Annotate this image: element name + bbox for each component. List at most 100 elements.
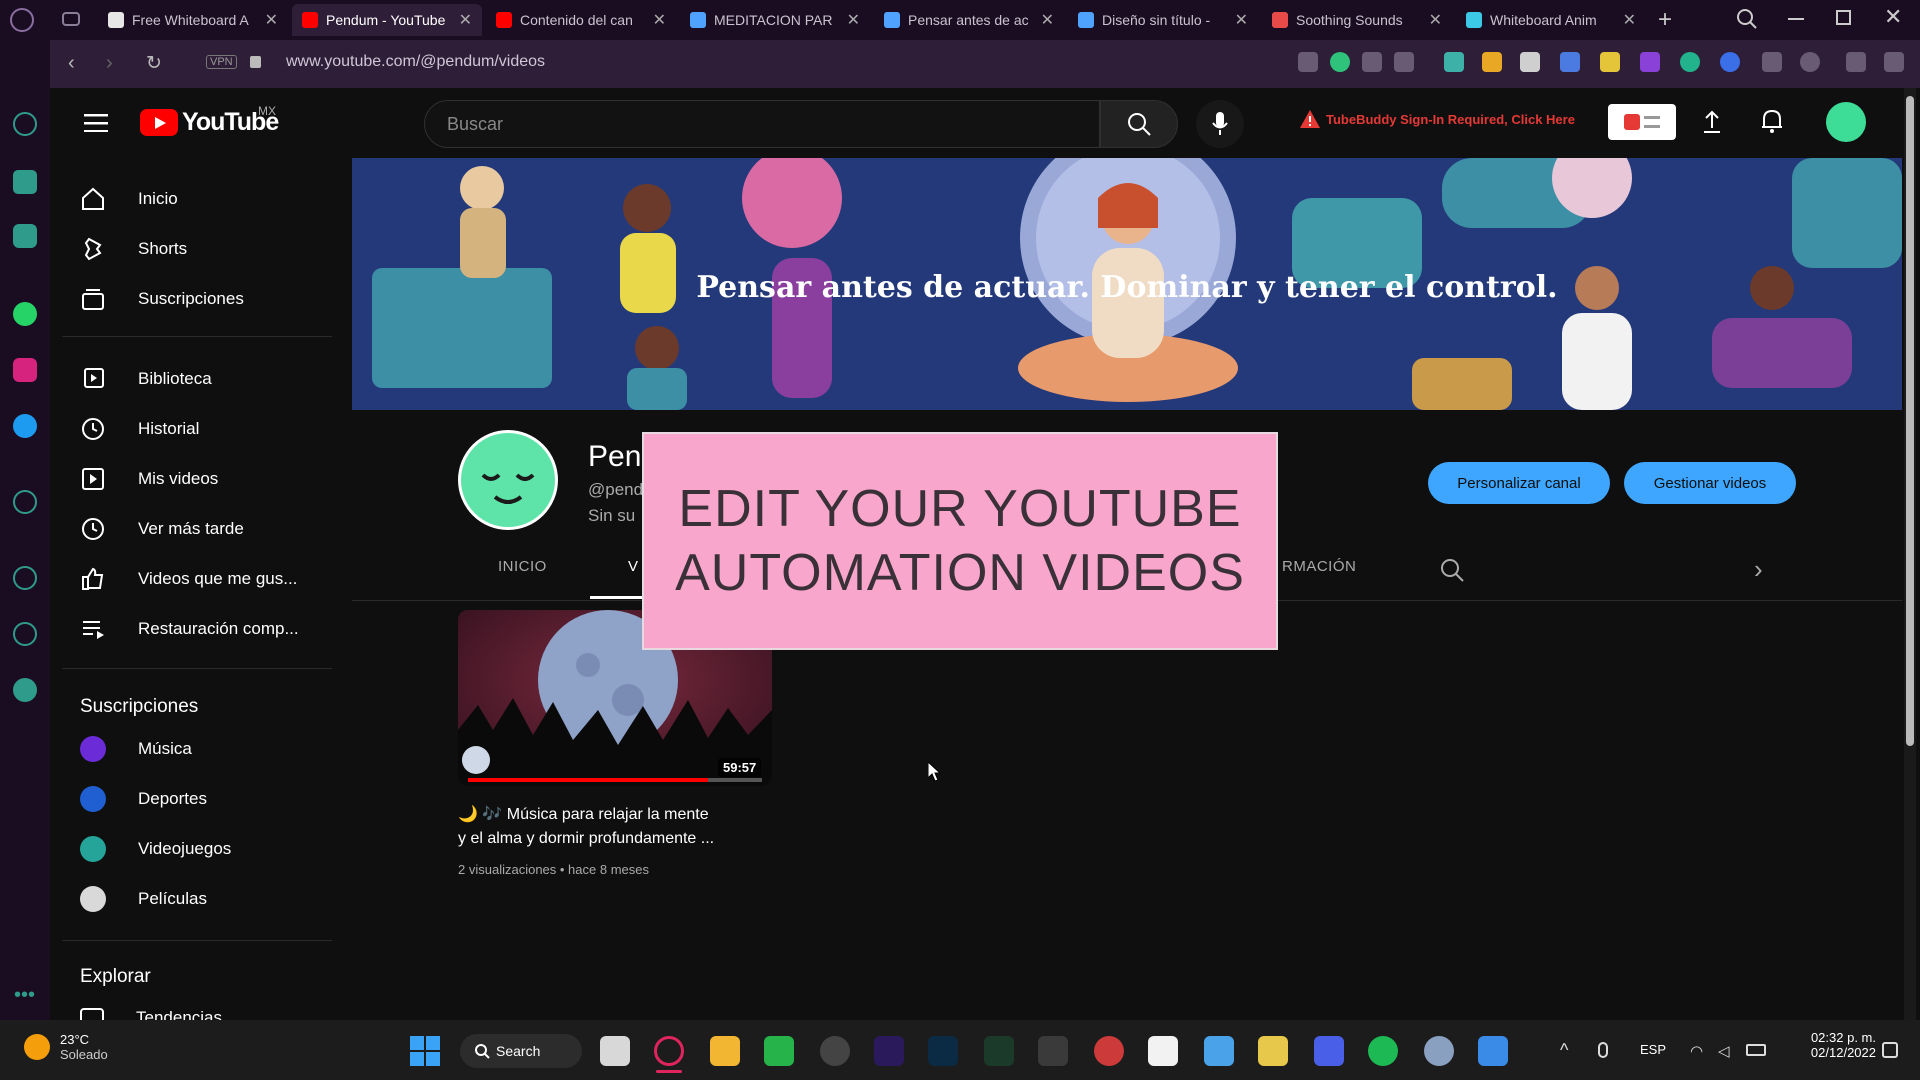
heart-extension-icon[interactable]	[1394, 52, 1414, 72]
tab-close-icon[interactable]: ✕	[1235, 10, 1248, 30]
browser-tab[interactable]: Pensar antes de ac ✕	[874, 4, 1064, 36]
tab-close-icon[interactable]: ✕	[1623, 10, 1636, 30]
tab-close-icon[interactable]: ✕	[847, 10, 860, 30]
video-title-line2[interactable]: y el alma y dormir profundamente ...	[458, 830, 714, 848]
photoshop-icon[interactable]	[928, 1036, 958, 1066]
sidebar-item[interactable]: Shorts	[80, 236, 330, 262]
browser-tab[interactable]: Contenido del can ✕	[486, 4, 676, 36]
workspaces-icon[interactable]	[62, 12, 80, 26]
subscription-item[interactable]: Deportes	[80, 786, 330, 812]
messenger-icon[interactable]	[13, 224, 37, 248]
whatsapp-icon[interactable]	[13, 302, 37, 326]
channel-search-icon[interactable]	[1440, 558, 1464, 582]
tab-search-icon[interactable]	[1736, 8, 1758, 30]
manage-videos-button[interactable]: Gestionar videos	[1624, 462, 1796, 504]
tab-inicio[interactable]: INICIO	[498, 558, 547, 575]
star-extension-icon[interactable]	[1560, 52, 1580, 72]
reload-icon[interactable]: ↻	[146, 52, 162, 75]
start-button[interactable]	[410, 1036, 440, 1066]
tab-close-icon[interactable]: ✕	[265, 10, 278, 30]
forward-icon[interactable]: ›	[106, 52, 113, 75]
tab-videos[interactable]: V	[628, 558, 639, 575]
puzzle-purple-extension-icon[interactable]	[1640, 52, 1660, 72]
sidebar-item[interactable]: Ver más tarde	[80, 516, 330, 542]
tab-close-icon[interactable]: ✕	[459, 10, 472, 30]
close-window-button[interactable]: ✕	[1884, 4, 1902, 30]
sidebar-item[interactable]: Inicio	[80, 186, 330, 212]
volume-icon[interactable]: ◁	[1718, 1042, 1730, 1060]
davinci-icon[interactable]	[1038, 1036, 1068, 1066]
maximize-button[interactable]	[1836, 10, 1851, 25]
search-button[interactable]	[1100, 100, 1178, 148]
tab-close-icon[interactable]: ✕	[653, 10, 666, 30]
send-extension-icon[interactable]	[1362, 52, 1382, 72]
heart-color-extension-icon[interactable]	[1600, 52, 1620, 72]
blue-extension-icon[interactable]	[1720, 52, 1740, 72]
wifi-icon[interactable]: ◠	[1690, 1042, 1703, 1060]
back-icon[interactable]: ‹	[68, 52, 75, 75]
search-input[interactable]: Buscar	[424, 100, 1100, 148]
tabs-next-chevron-icon[interactable]: ›	[1754, 554, 1763, 585]
shopping-icon[interactable]	[13, 170, 37, 194]
language-indicator[interactable]: ESP	[1640, 1042, 1666, 1057]
sidebar-item[interactable]: Historial	[80, 416, 330, 442]
chat-extension-icon[interactable]	[1680, 52, 1700, 72]
url-field[interactable]: www.youtube.com/@pendum/videos	[286, 53, 545, 71]
account-avatar[interactable]	[1826, 102, 1866, 142]
sidebar-item[interactable]: Mis videos	[80, 466, 330, 492]
green-app-icon[interactable]	[764, 1036, 794, 1066]
browser-tab[interactable]: Free Whiteboard A ✕	[98, 4, 288, 36]
video-title-line1[interactable]: 🌙 🎶 Música para relajar la mente	[458, 804, 709, 824]
scrollbar-thumb[interactable]	[1906, 96, 1914, 746]
taskbar-search[interactable]: Search	[460, 1034, 582, 1068]
premiere-icon[interactable]	[874, 1036, 904, 1066]
store-icon[interactable]	[1258, 1036, 1288, 1066]
speed-dial-icon[interactable]	[13, 112, 37, 136]
photos-icon[interactable]	[1478, 1036, 1508, 1066]
tab-close-icon[interactable]: ✕	[1429, 10, 1442, 30]
instagram-icon[interactable]	[13, 358, 37, 382]
customize-channel-button[interactable]: Personalizar canal	[1428, 462, 1610, 504]
browser-tab[interactable]: Pendum - YouTube ✕	[292, 4, 482, 36]
sidebar-item[interactable]: Suscripciones	[80, 286, 330, 312]
extensions-sidebar-icon[interactable]	[13, 622, 37, 646]
puzzle-extension-icon[interactable]	[1444, 52, 1464, 72]
obs-icon[interactable]	[820, 1036, 850, 1066]
browser-tab[interactable]: MEDITACION PAR ✕	[680, 4, 870, 36]
chrome-icon[interactable]	[1094, 1036, 1124, 1066]
notifications-bell-icon[interactable]	[1760, 108, 1784, 134]
shield-extension-icon[interactable]	[1330, 52, 1350, 72]
tubebuddy-button[interactable]	[1608, 104, 1676, 140]
tab-informacion[interactable]: RMACIÓN	[1282, 558, 1356, 575]
page-scrollbar[interactable]	[1904, 88, 1916, 1020]
hamburger-menu-icon[interactable]	[84, 114, 108, 132]
player-icon[interactable]	[13, 490, 37, 514]
history-sidebar-icon[interactable]	[13, 566, 37, 590]
sidebar-item[interactable]: Restauración comp...	[80, 616, 330, 642]
file-explorer-icon[interactable]	[710, 1036, 740, 1066]
monitor-app-icon[interactable]	[1204, 1036, 1234, 1066]
media-app-icon[interactable]	[984, 1036, 1014, 1066]
blue-app-icon[interactable]	[1314, 1036, 1344, 1066]
tab-close-icon[interactable]: ✕	[1041, 10, 1054, 30]
browser-tab[interactable]: Soothing Sounds ✕	[1262, 4, 1452, 36]
new-tab-button[interactable]: +	[1658, 6, 1672, 34]
weather-widget[interactable]: 23°C Soleado	[24, 1032, 108, 1062]
microphone-tray-icon[interactable]	[1598, 1042, 1608, 1058]
sidebar-item[interactable]: Videos que me gus...	[80, 566, 330, 592]
menu-extension-icon[interactable]	[1884, 52, 1904, 72]
settings-sidebar-icon[interactable]	[13, 678, 37, 702]
tubebuddy-warning[interactable]: TubeBuddy Sign-In Required, Click Here	[1300, 110, 1575, 128]
upload-icon[interactable]	[1700, 110, 1724, 134]
medal-extension-icon[interactable]	[1482, 52, 1502, 72]
browser-tab[interactable]: Whiteboard Anim ✕	[1456, 4, 1646, 36]
opera-taskbar-icon[interactable]	[654, 1036, 684, 1066]
subscription-item[interactable]: Música	[80, 736, 330, 762]
minimize-button[interactable]	[1788, 18, 1804, 20]
channel-avatar[interactable]	[458, 430, 558, 530]
sidebar-more-icon[interactable]: •••	[14, 984, 35, 1007]
opera-menu-icon[interactable]	[10, 8, 34, 32]
browser-tab[interactable]: Diseño sin título - ✕	[1068, 4, 1258, 36]
task-view-icon[interactable]	[600, 1036, 630, 1066]
download-icon[interactable]	[1846, 52, 1866, 72]
